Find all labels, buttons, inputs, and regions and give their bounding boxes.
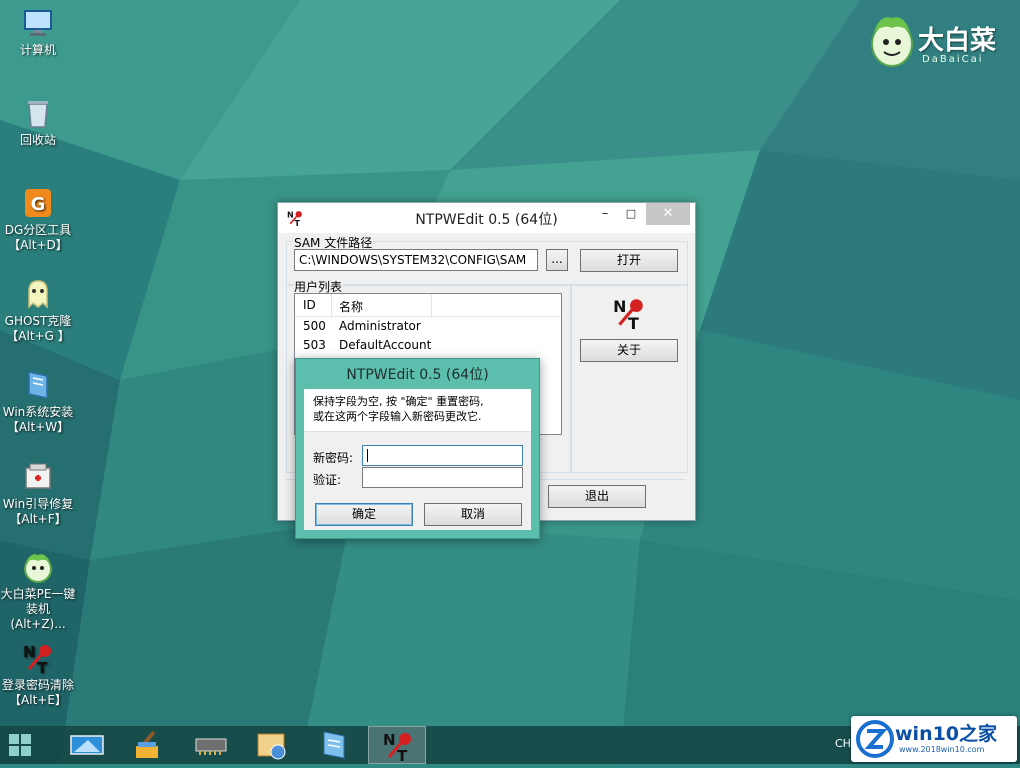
brand-name-en: DaBaiCai	[922, 54, 984, 65]
recycle-bin-icon	[28, 101, 48, 128]
column-header-id[interactable]: ID	[303, 298, 316, 312]
new-password-input[interactable]	[362, 445, 523, 466]
desktop-icon-boot-repair[interactable]: Win引导修复 【Alt+F】	[0, 460, 76, 527]
dialog-message-line2: 或在这两个字段输入新密码更改它.	[313, 410, 482, 423]
desktop-icon-recycle-bin[interactable]: 回收站	[0, 96, 76, 148]
cleaner-icon	[136, 730, 158, 758]
dialog-message: 保持字段为空, 按 "确定" 重置密码, 或在这两个字段输入新密码更改它.	[304, 389, 531, 432]
desktop-icon-label: Win引导修复 【Alt+F】	[2, 497, 74, 526]
desktop-icon-label: DG分区工具 【Alt+D】	[4, 223, 72, 252]
text-cursor	[367, 449, 368, 462]
ntpwedit-logo-icon: NT	[613, 297, 643, 331]
listview-header: ID 名称	[295, 294, 561, 317]
ntpwedit-icon: NT	[383, 731, 411, 765]
user-name: DefaultAccount	[339, 338, 432, 352]
desktop-icon	[70, 735, 104, 755]
svg-text:N: N	[613, 297, 626, 316]
verify-label: 验证:	[313, 473, 342, 487]
password-dialog: NTPWEdit 0.5 (64位) 保持字段为空, 按 "确定" 重置密码, …	[295, 358, 540, 539]
dialog-title: NTPWEdit 0.5 (64位)	[346, 367, 489, 383]
desktop-icon-label: 大白菜PE一键 装机(Alt+Z)...	[0, 587, 76, 631]
taskbar-item-notepad[interactable]	[306, 726, 364, 764]
cabbage-mascot-icon	[871, 17, 913, 67]
watermark-url: www.2018win10.com	[899, 745, 985, 754]
taskbar-item-ntpwedit[interactable]: NT	[368, 726, 426, 765]
windows-install-icon	[28, 371, 48, 399]
user-name: Administrator	[339, 319, 421, 333]
user-id: 500	[303, 319, 326, 333]
watermark-title: win10之家	[895, 723, 998, 745]
taskbar-item-desktop[interactable]	[58, 726, 116, 764]
exit-button[interactable]: 退出	[548, 485, 646, 508]
minimize-icon[interactable]: –	[594, 203, 616, 225]
dabaicai-installer-icon	[24, 554, 52, 583]
svg-text:N: N	[383, 731, 396, 749]
verify-password-input[interactable]	[362, 467, 523, 488]
taskbar-item-cleaner[interactable]	[120, 726, 178, 764]
svg-text:G: G	[31, 194, 46, 215]
boot-repair-icon	[25, 463, 51, 489]
taskbar-item-network[interactable]	[244, 726, 302, 764]
desktop-icon-label: 回收站	[19, 133, 56, 147]
ok-button[interactable]: 确定	[315, 503, 413, 526]
svg-text:T: T	[397, 747, 408, 765]
svg-text:T: T	[37, 659, 48, 675]
new-password-label: 新密码:	[313, 451, 354, 465]
svg-text:T: T	[628, 314, 639, 331]
ntpwedit-icon: NT	[23, 643, 51, 675]
svg-text:N: N	[23, 643, 36, 661]
desktop-icon-ghost[interactable]: GHOST克隆 【Alt+G 】	[0, 277, 76, 344]
desktop-icon-diskgenius[interactable]: G DG分区工具 【Alt+D】	[0, 186, 76, 253]
language-indicator[interactable]: CH	[835, 737, 851, 750]
about-button[interactable]: 关于	[580, 339, 678, 362]
desktop-icon-label: 计算机	[19, 43, 56, 57]
taskbar-item-memory[interactable]	[182, 726, 240, 764]
browse-button[interactable]: ...	[546, 249, 568, 271]
desktop-icon-password-clear[interactable]: NT 登录密码清除 【Alt+E】	[0, 641, 76, 708]
table-row[interactable]: 500 Administrator	[295, 317, 561, 336]
window-titlebar[interactable]: NT NTPWEdit 0.5 (64位) – □ ✕	[278, 203, 695, 233]
diskgenius-icon: G	[25, 189, 51, 217]
win10-logo-icon	[856, 720, 894, 758]
desktop-icon-label: 登录密码清除 【Alt+E】	[1, 678, 74, 707]
memory-icon	[195, 738, 227, 755]
sam-path-input[interactable]: C:\WINDOWS\SYSTEM32\CONFIG\SAM	[294, 249, 538, 271]
close-icon[interactable]: ✕	[646, 203, 690, 225]
desktop-icon-label: GHOST克隆 【Alt+G 】	[4, 314, 72, 343]
user-id: 503	[303, 338, 326, 352]
network-icon	[257, 733, 286, 760]
start-icon	[9, 734, 31, 756]
ghost-icon	[28, 280, 48, 309]
maximize-icon[interactable]: □	[620, 203, 642, 225]
computer-icon	[24, 10, 52, 36]
notepad-icon	[323, 731, 345, 759]
start-button[interactable]	[0, 726, 58, 764]
desktop-icon-win-install[interactable]: Win系统安装 【Alt+W】	[0, 368, 76, 435]
win10-watermark: win10之家 www.2018win10.com	[851, 716, 1017, 762]
column-header-name[interactable]: 名称	[339, 298, 363, 315]
table-row[interactable]: 503 DefaultAccount	[295, 336, 561, 355]
dabaicai-logo: 大白菜 DaBaiCai	[866, 10, 1016, 74]
open-button[interactable]: 打开	[580, 249, 678, 272]
desktop-icon-label: Win系统安装 【Alt+W】	[2, 405, 74, 434]
desktop-icon-dabaicai-installer[interactable]: 大白菜PE一键 装机(Alt+Z)...	[0, 550, 76, 632]
dialog-body: 保持字段为空, 按 "确定" 重置密码, 或在这两个字段输入新密码更改它. 新密…	[304, 389, 531, 530]
brand-name: 大白菜	[918, 26, 997, 56]
dialog-message-line1: 保持字段为空, 按 "确定" 重置密码,	[313, 395, 484, 408]
cancel-button[interactable]: 取消	[424, 503, 522, 526]
desktop-icon-computer[interactable]: 计算机	[0, 6, 76, 58]
